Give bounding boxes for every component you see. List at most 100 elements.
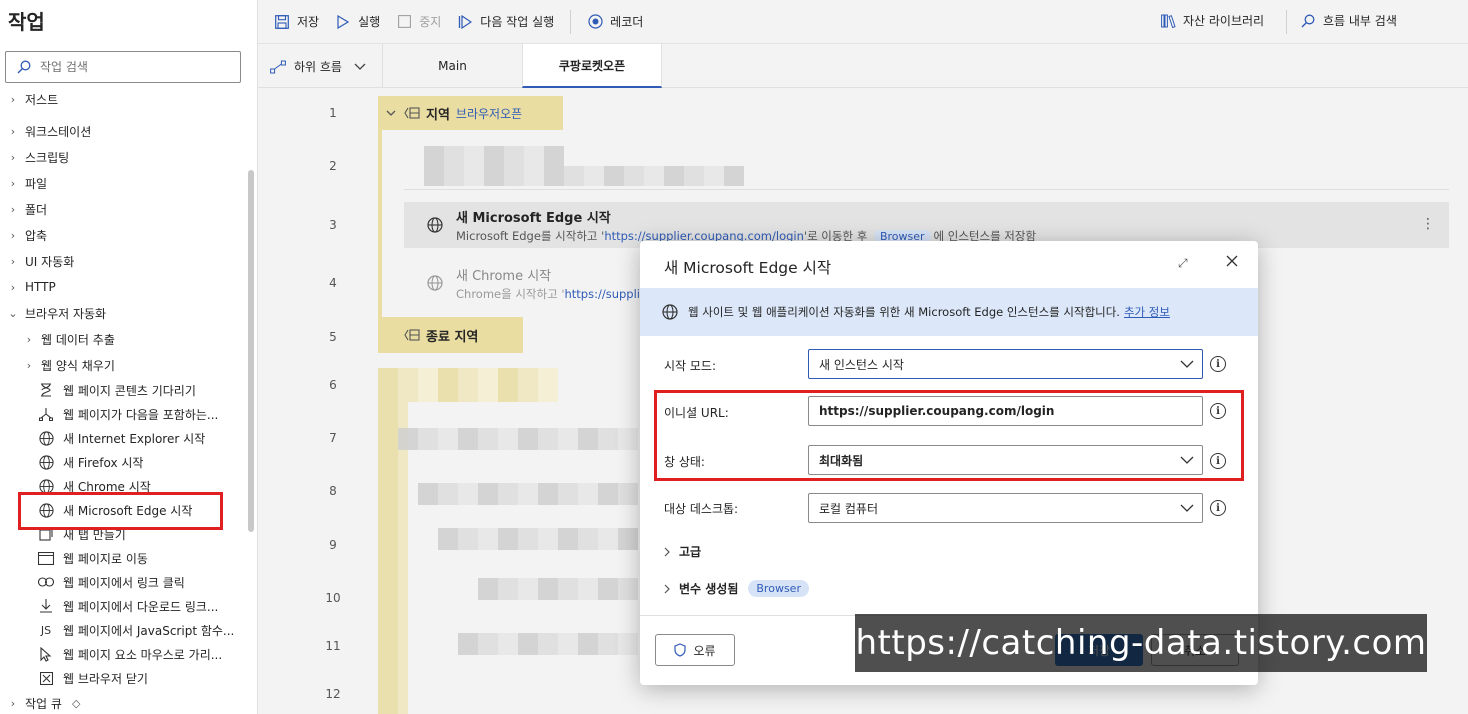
line-number: 7: [329, 431, 337, 445]
action-download-link[interactable]: 웹 페이지에서 다운로드 링크...: [0, 593, 246, 619]
launch-mode-select[interactable]: 새 인스턴스 시작: [808, 349, 1203, 379]
variables-produced-expander[interactable]: 변수 생성됨 Browser: [664, 580, 809, 597]
window-state-label: 창 상태:: [664, 455, 705, 469]
tree-category-scripting[interactable]: › 스크립팅: [0, 144, 246, 170]
tree-subcategory-web-data[interactable]: › 웹 데이터 추출: [0, 326, 246, 352]
tree-category-label: 저스트: [25, 92, 59, 107]
action-go-to-web-page[interactable]: 웹 페이지로 이동: [0, 545, 246, 571]
search-in-flow-button[interactable]: 흐름 내부 검색: [1300, 12, 1397, 29]
stop-icon: [396, 14, 412, 30]
save-icon: [274, 14, 290, 30]
toolbar-separator: [1286, 10, 1287, 34]
info-icon[interactable]: i: [1210, 453, 1226, 469]
line-number: 6: [329, 378, 337, 392]
chevron-right-icon: ›: [10, 124, 16, 138]
asset-library-button[interactable]: 자산 라이브러리: [1160, 12, 1264, 29]
action-launch-ie[interactable]: 새 Internet Explorer 시작: [0, 425, 246, 451]
tree-category-label: 브라우저 자동화: [25, 306, 107, 321]
highlight-box-edge-action: [18, 492, 223, 530]
region-end-action[interactable]: 종료 지역: [378, 317, 523, 353]
chevron-down-icon: [1180, 500, 1194, 516]
step-title: 새 Microsoft Edge 시작: [456, 210, 611, 226]
action-click-link[interactable]: 웹 페이지에서 링크 클릭: [0, 569, 246, 595]
variable-chip-browser[interactable]: Browser: [748, 580, 809, 597]
blurred-content: [424, 166, 744, 186]
close-icon[interactable]: [1226, 253, 1238, 271]
action-if-web-page-contains[interactable]: 웹 페이지가 다음을 포함하는...: [0, 401, 246, 427]
chevron-right-icon: [664, 584, 671, 594]
info-icon[interactable]: i: [1210, 356, 1226, 372]
chevron-down-icon: [1180, 452, 1194, 468]
initial-url-input[interactable]: https://supplier.coupang.com/login: [808, 396, 1203, 426]
step-description: Chrome을 시작하고 'https://suppli: [456, 286, 640, 301]
action-launch-firefox[interactable]: 새 Firefox 시작: [0, 449, 246, 475]
library-icon: [1160, 13, 1176, 29]
chevron-down-icon: [354, 63, 366, 71]
tree-category-file[interactable]: › 파일: [0, 170, 246, 196]
more-options-icon[interactable]: ⋮: [1421, 216, 1435, 232]
region-icon: [404, 107, 420, 119]
launch-mode-label: 시작 모드:: [664, 359, 717, 373]
chevron-right-icon: ›: [10, 228, 16, 242]
tree-category-label: HTTP: [25, 280, 56, 294]
advanced-expander[interactable]: 고급: [664, 543, 701, 560]
region-name: 브라우저오픈: [455, 106, 523, 121]
action-hover-element[interactable]: 웹 페이지 요소 마우스로 가리...: [0, 641, 246, 667]
recorder-button[interactable]: 레코더: [587, 13, 643, 30]
target-desktop-select[interactable]: 로컬 컴퓨터: [808, 493, 1203, 523]
line-number: 8: [329, 484, 337, 498]
tab-coupang-rocket-open[interactable]: 쿠팡로켓오픈: [522, 44, 662, 88]
divider: [404, 189, 1449, 190]
tree-category-http[interactable]: › HTTP: [0, 274, 246, 300]
region-start-action[interactable]: 지역 브라우저오픈: [378, 96, 563, 130]
tree-category-workstation[interactable]: › 워크스테이션: [0, 118, 246, 144]
left-panel-scrollbar[interactable]: [248, 170, 254, 532]
line-number: 1: [329, 106, 337, 120]
subflows-dropdown[interactable]: 하위 흐름: [270, 58, 366, 75]
tree-category-partial[interactable]: › 저스트: [0, 92, 246, 107]
more-info-link[interactable]: 추가 정보: [1124, 304, 1170, 320]
tree-category-label: 스크립팅: [25, 150, 70, 165]
tree-category-ui-automation[interactable]: › UI 자동화: [0, 248, 246, 274]
target-desktop-label: 대상 데스크톱:: [664, 502, 739, 516]
info-icon[interactable]: i: [1210, 403, 1226, 419]
tab-main[interactable]: Main: [382, 44, 522, 88]
run-next-action-button[interactable]: 다음 작업 실행: [457, 13, 554, 30]
action-wait-web-content[interactable]: 웹 페이지 콘텐츠 기다리기: [0, 377, 246, 403]
shield-icon: [674, 643, 687, 657]
chevron-right-icon: ›: [10, 176, 16, 190]
tree-category-label: 작업 큐: [25, 696, 62, 711]
line-number: 12: [325, 687, 341, 701]
on-error-button[interactable]: 오류: [655, 634, 735, 666]
tree-subcategory-web-form[interactable]: › 웹 양식 채우기: [0, 352, 246, 378]
window-state-select[interactable]: 최대화됨: [808, 445, 1203, 475]
tree-category-label: 폴더: [25, 202, 48, 217]
save-button[interactable]: 저장: [274, 13, 319, 30]
chevron-down-icon: [1180, 356, 1194, 372]
blurred-content: [478, 578, 638, 600]
tree-category-folder[interactable]: › 폴더: [0, 196, 246, 222]
search-icon: [1300, 13, 1316, 29]
tree-category-compress[interactable]: › 압축: [0, 222, 246, 248]
js-icon: JS: [40, 623, 52, 637]
stop-button[interactable]: 중지: [396, 13, 441, 30]
blurred-content: [378, 368, 558, 402]
action-search-box[interactable]: [5, 51, 241, 83]
globe-icon: [38, 430, 54, 446]
info-text: 웹 사이트 및 웹 애플리케이션 자동화를 위한 새 Microsoft Edg…: [688, 305, 1120, 319]
expand-icon[interactable]: ⤢: [1178, 256, 1188, 271]
info-icon[interactable]: i: [1210, 500, 1226, 516]
action-search-input[interactable]: [40, 60, 220, 74]
action-close-browser[interactable]: 웹 브라우저 닫기: [0, 665, 246, 691]
tree-category-label: 워크스테이션: [25, 124, 92, 139]
blurred-content: [424, 146, 564, 166]
tree-category-browser-automation[interactable]: ⌄ 브라우저 자동화: [0, 300, 246, 326]
run-button[interactable]: 실행: [335, 13, 380, 30]
tree-category-work-queue[interactable]: › 작업 큐 ◇: [0, 690, 246, 714]
chevron-down-icon: ⌄: [8, 306, 18, 320]
action-run-javascript[interactable]: JS 웹 페이지에서 JavaScript 함수...: [0, 617, 246, 643]
step-icon: [457, 14, 473, 30]
window-icon: [38, 550, 54, 566]
play-icon: [335, 14, 351, 30]
blurred-content: [438, 528, 638, 550]
